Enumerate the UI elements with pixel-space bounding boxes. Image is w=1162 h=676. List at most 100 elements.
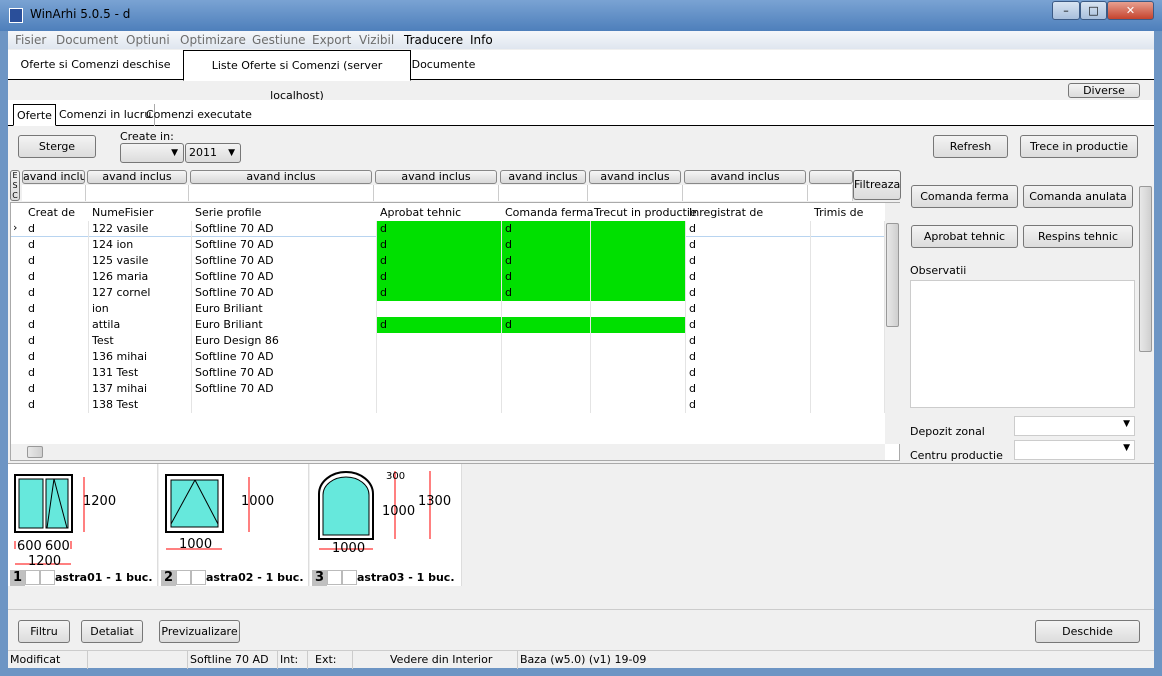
row-indicator-icon: ›: [13, 221, 18, 234]
column-header[interactable]: Aprobat tehnic: [380, 206, 461, 219]
drawing-card-2[interactable]: 1000 1000 2 astra02 - 1 buc.: [159, 464, 309, 586]
comanda-ferma-button[interactable]: Comanda ferma: [911, 185, 1018, 208]
filter-input[interactable]: [808, 185, 853, 201]
tab-oferte-deschise[interactable]: Oferte si Comenzi deschise: [8, 50, 183, 80]
arch-dimension: 300: [386, 471, 406, 482]
year-select[interactable]: 2011 ▼: [185, 143, 241, 163]
centru-productie-select[interactable]: ▼: [1014, 440, 1135, 460]
previzualizare-button[interactable]: Previzualizare: [159, 620, 240, 643]
table-row[interactable]: d Test Euro Design 86 d: [11, 333, 885, 349]
grid-vertical-scrollbar[interactable]: [885, 203, 901, 444]
filter-button-trecut[interactable]: avand inclus: [589, 170, 681, 184]
column-header[interactable]: Trecut in productie: [594, 206, 697, 219]
table-row[interactable]: d 136 mihai Softline 70 AD d: [11, 349, 885, 365]
filter-button-trimis[interactable]: [809, 170, 853, 184]
column-header[interactable]: NumeFisier: [92, 206, 153, 219]
column-header[interactable]: Trimis de: [814, 206, 863, 219]
checkbox[interactable]: [40, 570, 55, 585]
table-row[interactable]: d attila Euro Briliant d d d: [11, 317, 885, 333]
grid-horizontal-scrollbar[interactable]: [11, 444, 885, 460]
filtreaza-button[interactable]: Filtreaza: [853, 170, 901, 200]
diverse-button[interactable]: Diverse: [1068, 83, 1140, 98]
table-cell: d: [686, 397, 811, 413]
checkbox[interactable]: [342, 570, 357, 585]
scroll-thumb[interactable]: [27, 446, 43, 458]
table-row[interactable]: d ion Euro Briliant d: [11, 301, 885, 317]
filter-input[interactable]: [22, 185, 86, 201]
filter-input[interactable]: [374, 185, 499, 201]
filter-input[interactable]: [588, 185, 683, 201]
menu-optiuni[interactable]: Optiuni: [126, 33, 170, 47]
status-int: Int:: [278, 651, 308, 669]
observatii-textarea[interactable]: [910, 280, 1135, 408]
checkbox[interactable]: [191, 570, 206, 585]
table-row[interactable]: d 124 ion Softline 70 AD d d d: [11, 237, 885, 253]
table-row[interactable]: d 138 Test d: [11, 397, 885, 413]
side-panel-scrollbar[interactable]: [1138, 170, 1154, 462]
menu-export[interactable]: Export: [312, 33, 351, 47]
table-row[interactable]: d 126 maria Softline 70 AD d d d: [11, 269, 885, 285]
esc-button[interactable]: ESC: [10, 170, 20, 201]
filter-input[interactable]: [683, 185, 808, 201]
filter-button-aprobat[interactable]: avand inclus: [375, 170, 497, 184]
filter-input[interactable]: [499, 185, 588, 201]
month-select[interactable]: ▼: [120, 143, 184, 163]
menu-fisier[interactable]: Fisier: [15, 33, 46, 47]
column-header[interactable]: Inregistrat de: [689, 206, 763, 219]
table-row[interactable]: d 137 mihai Softline 70 AD d: [11, 381, 885, 397]
filter-button-comanda-ferma[interactable]: avand inclus: [500, 170, 586, 184]
depozit-zonal-select[interactable]: ▼: [1014, 416, 1135, 436]
menu-gestiune[interactable]: Gestiune: [252, 33, 306, 47]
filter-input[interactable]: [86, 185, 189, 201]
tab-oferte[interactable]: Oferte: [13, 104, 56, 126]
deschide-button[interactable]: Deschide: [1035, 620, 1140, 643]
menu-traducere[interactable]: Traducere: [404, 33, 463, 47]
filter-button-creat-de[interactable]: avand inclus: [22, 170, 85, 184]
sterge-button[interactable]: Sterge: [18, 135, 96, 158]
scroll-thumb[interactable]: [1139, 186, 1152, 352]
filtru-button[interactable]: Filtru: [18, 620, 70, 643]
menu-vizibil[interactable]: Vizibil: [359, 33, 394, 47]
table-row[interactable]: › d 122 vasile Softline 70 AD d d d: [11, 221, 885, 237]
respins-tehnic-button[interactable]: Respins tehnic: [1023, 225, 1133, 248]
menu-document[interactable]: Document: [56, 33, 118, 47]
checkbox[interactable]: [176, 570, 191, 585]
tab-liste-oferte[interactable]: Liste Oferte si Comenzi (server localhos…: [183, 50, 411, 102]
table-row[interactable]: d 127 cornel Softline 70 AD d d d: [11, 285, 885, 301]
maximize-button[interactable]: □: [1080, 1, 1107, 20]
detaliat-button[interactable]: Detaliat: [81, 620, 143, 643]
tab-documente[interactable]: Documente: [411, 50, 476, 80]
trece-in-productie-button[interactable]: Trece in productie: [1020, 135, 1138, 158]
table-cell: d: [686, 349, 811, 365]
comanda-anulata-button[interactable]: Comanda anulata: [1023, 185, 1133, 208]
column-header[interactable]: Creat de: [28, 206, 75, 219]
refresh-button[interactable]: Refresh: [933, 135, 1008, 158]
menu-optimizare[interactable]: Optimizare: [180, 33, 246, 47]
aprobat-tehnic-button[interactable]: Aprobat tehnic: [911, 225, 1018, 248]
table-cell: Euro Briliant: [192, 301, 377, 317]
app-icon: [9, 8, 23, 23]
column-header[interactable]: Serie profile: [195, 206, 261, 219]
filter-button-inregistrat[interactable]: avand inclus: [684, 170, 806, 184]
drawing-card-3[interactable]: 300 1000 1300 1000 3 astra03 - 1 buc.: [310, 464, 462, 586]
checkbox[interactable]: [25, 570, 40, 585]
menu-info[interactable]: Info: [470, 33, 493, 47]
filter-button-numefisier[interactable]: avand inclus: [87, 170, 187, 184]
table-cell: [502, 365, 591, 381]
filter-button-serie[interactable]: avand inclus: [190, 170, 372, 184]
tab-comenzi-executate[interactable]: Comenzi executate: [143, 104, 255, 126]
scroll-thumb[interactable]: [886, 223, 899, 327]
column-header[interactable]: Comanda ferma: [505, 206, 593, 219]
table-cell: [502, 381, 591, 397]
checkbox[interactable]: [327, 570, 342, 585]
table-cell: [591, 285, 686, 301]
minimize-button[interactable]: –: [1052, 1, 1080, 20]
oferte-grid[interactable]: Creat de NumeFisier Serie profile Aprobat t…: [10, 202, 901, 461]
table-row[interactable]: d 131 Test Softline 70 AD d: [11, 365, 885, 381]
drawing-card-1[interactable]: 1200 600 600 1200 1 astra01 - 1 buc.: [8, 464, 158, 586]
table-cell: [811, 365, 885, 381]
close-button[interactable]: ✕: [1107, 1, 1154, 20]
tab-comenzi-in-lucru[interactable]: Comenzi in lucru: [56, 104, 156, 126]
filter-input[interactable]: [189, 185, 374, 201]
table-row[interactable]: d 125 vasile Softline 70 AD d d d: [11, 253, 885, 269]
